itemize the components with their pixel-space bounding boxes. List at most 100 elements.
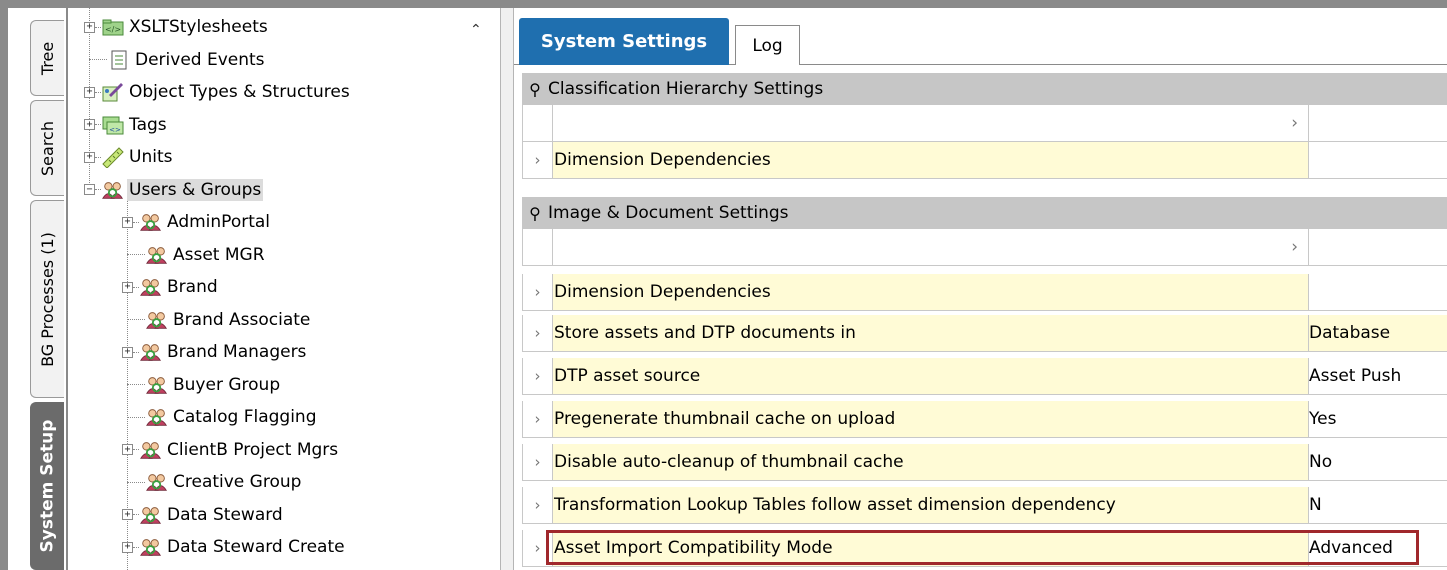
tree-connector xyxy=(127,384,145,385)
ruler-icon xyxy=(101,146,125,168)
tree-item[interactable]: − Users & Groups xyxy=(84,175,264,205)
tab-tree-label: Tree xyxy=(38,41,57,75)
tab-system-setup[interactable]: System Setup xyxy=(30,402,64,570)
users-groups-icon xyxy=(139,211,163,233)
chevron-right-icon[interactable]: › xyxy=(1291,237,1298,257)
row-value[interactable] xyxy=(1309,105,1447,141)
tree-item[interactable]: Creative Group xyxy=(122,467,303,497)
users-groups-icon xyxy=(139,341,163,363)
chevron-right-icon[interactable]: › xyxy=(522,142,552,178)
expand-icon[interactable]: + xyxy=(122,509,133,520)
tree-item[interactable]: + Units xyxy=(84,142,174,172)
tree-item-label: Buyer Group xyxy=(173,374,281,395)
tree-connector xyxy=(127,481,145,483)
tree-item[interactable]: + </> XSLTStylesheets xyxy=(84,12,270,42)
table-row[interactable]: › Pregenerate thumbnail cache on upload … xyxy=(522,401,1447,438)
tree-item[interactable]: + Brand xyxy=(122,272,220,302)
expand-icon[interactable]: + xyxy=(122,541,133,553)
chevron-right-icon[interactable]: › xyxy=(522,444,552,480)
table-row[interactable]: › xyxy=(522,229,1447,266)
row-value[interactable]: Advanced xyxy=(1309,530,1447,566)
row-name: Dimension Dependencies xyxy=(552,142,1309,178)
expand-icon[interactable]: + xyxy=(122,281,133,293)
expand-icon[interactable]: + xyxy=(122,444,133,455)
expand-icon[interactable]: + xyxy=(84,86,95,98)
row-value[interactable] xyxy=(1309,229,1447,265)
tree-item[interactable]: + ClientB Project Mgrs xyxy=(122,435,340,465)
tree-item-label: Object Types & Structures xyxy=(129,82,350,102)
table-row[interactable]: › Asset Import Compatibility Mode Advanc… xyxy=(522,530,1447,567)
chevron-right-icon[interactable]: › xyxy=(522,358,552,394)
expand-icon[interactable]: + xyxy=(122,216,133,228)
row-value[interactable]: No xyxy=(1309,444,1447,480)
folder-xslt-icon: </> xyxy=(101,16,125,38)
tree-item[interactable]: + Brand Managers xyxy=(122,337,308,367)
table-row[interactable]: › DTP asset source Asset Push xyxy=(522,358,1447,395)
tree-item[interactable]: Derived Events xyxy=(84,45,267,75)
tree-item-label: Data Steward xyxy=(167,504,283,525)
row-name-blank: › xyxy=(552,229,1309,265)
tree-item-label: Tags xyxy=(129,114,167,135)
users-groups-icon xyxy=(145,406,169,428)
table-row[interactable]: › Dimension Dependencies xyxy=(522,142,1447,179)
row-value[interactable] xyxy=(1309,274,1447,310)
row-value[interactable]: Database xyxy=(1309,315,1447,351)
tab-bg-processes-label: BG Processes (1) xyxy=(38,231,57,367)
section-header-image-document[interactable]: ⚲ Image & Document Settings xyxy=(522,197,1447,229)
users-groups-icon xyxy=(145,309,169,331)
tab-system-settings-label: System Settings xyxy=(540,31,708,52)
tree-item[interactable]: + Data Steward Create xyxy=(122,532,347,562)
table-row[interactable]: › Disable auto-cleanup of thumbnail cach… xyxy=(522,444,1447,481)
pin-icon[interactable]: ⚲ xyxy=(522,204,548,223)
chevron-right-icon[interactable]: › xyxy=(522,530,552,566)
tree-item[interactable]: + Data Steward xyxy=(122,500,285,530)
chevron-right-icon[interactable]: › xyxy=(522,274,552,310)
row-value[interactable] xyxy=(1309,142,1447,178)
tree-item[interactable]: Catalog Flagging xyxy=(122,402,318,432)
row-value[interactable]: Asset Push xyxy=(1309,358,1447,394)
section-title: Image & Document Settings xyxy=(548,203,789,223)
chevron-right-icon[interactable]: › xyxy=(522,487,552,523)
pane-splitter[interactable] xyxy=(500,8,514,570)
tab-search[interactable]: Search xyxy=(30,100,64,196)
tree-connector xyxy=(127,254,145,255)
section-header-classification[interactable]: ⚲ Classification Hierarchy Settings xyxy=(522,73,1447,105)
scroll-up-icon[interactable]: ⌃ xyxy=(470,22,482,38)
window-frame-left xyxy=(0,0,8,570)
tree-item[interactable]: Brand Associate xyxy=(122,305,312,335)
section-title: Classification Hierarchy Settings xyxy=(548,79,824,99)
expand-icon[interactable]: + xyxy=(84,21,95,33)
row-value[interactable]: N xyxy=(1309,487,1447,523)
pin-icon[interactable]: ⚲ xyxy=(522,80,548,99)
tree-item[interactable]: Buyer Group xyxy=(122,370,282,400)
row-value[interactable]: Yes xyxy=(1309,401,1447,437)
table-row[interactable]: › Transformation Lookup Tables follow as… xyxy=(522,487,1447,524)
collapse-icon[interactable]: − xyxy=(84,184,95,195)
tree-item-label: Data Steward Create xyxy=(167,537,345,557)
table-row[interactable]: › Store assets and DTP documents in Data… xyxy=(522,315,1447,352)
expand-icon[interactable]: + xyxy=(122,346,133,358)
expand-icon[interactable]: + xyxy=(84,119,95,130)
tree-item-label: Units xyxy=(129,147,173,167)
users-groups-icon xyxy=(145,471,169,493)
tree-item[interactable]: + AdminPortal xyxy=(122,207,272,237)
tab-bg-processes[interactable]: BG Processes (1) xyxy=(30,200,64,398)
tree-item[interactable]: + <> Tags xyxy=(84,110,169,140)
tab-tree[interactable]: Tree xyxy=(30,20,64,96)
chevron-right-icon[interactable]: › xyxy=(522,401,552,437)
table-row[interactable]: › xyxy=(522,105,1447,142)
tab-search-label: Search xyxy=(38,120,57,176)
tab-log[interactable]: Log xyxy=(735,25,800,65)
chevron-right-icon[interactable]: › xyxy=(1291,113,1298,133)
chevron-right-icon[interactable]: › xyxy=(522,315,552,351)
users-groups-icon xyxy=(139,439,163,461)
settings-pane: System Settings Log ⚲ Classification Hie… xyxy=(514,8,1447,570)
users-groups-icon xyxy=(145,244,169,266)
tree-item[interactable]: + Object Types & Structures xyxy=(84,77,352,107)
table-row[interactable]: › Dimension Dependencies xyxy=(522,274,1447,311)
expand-icon[interactable]: + xyxy=(84,151,95,163)
tree-item[interactable]: Asset MGR xyxy=(122,240,267,270)
tab-system-settings[interactable]: System Settings xyxy=(519,18,729,65)
tree-item-label: XSLTStylesheets xyxy=(129,17,268,37)
tree-item-label: Derived Events xyxy=(135,49,265,70)
